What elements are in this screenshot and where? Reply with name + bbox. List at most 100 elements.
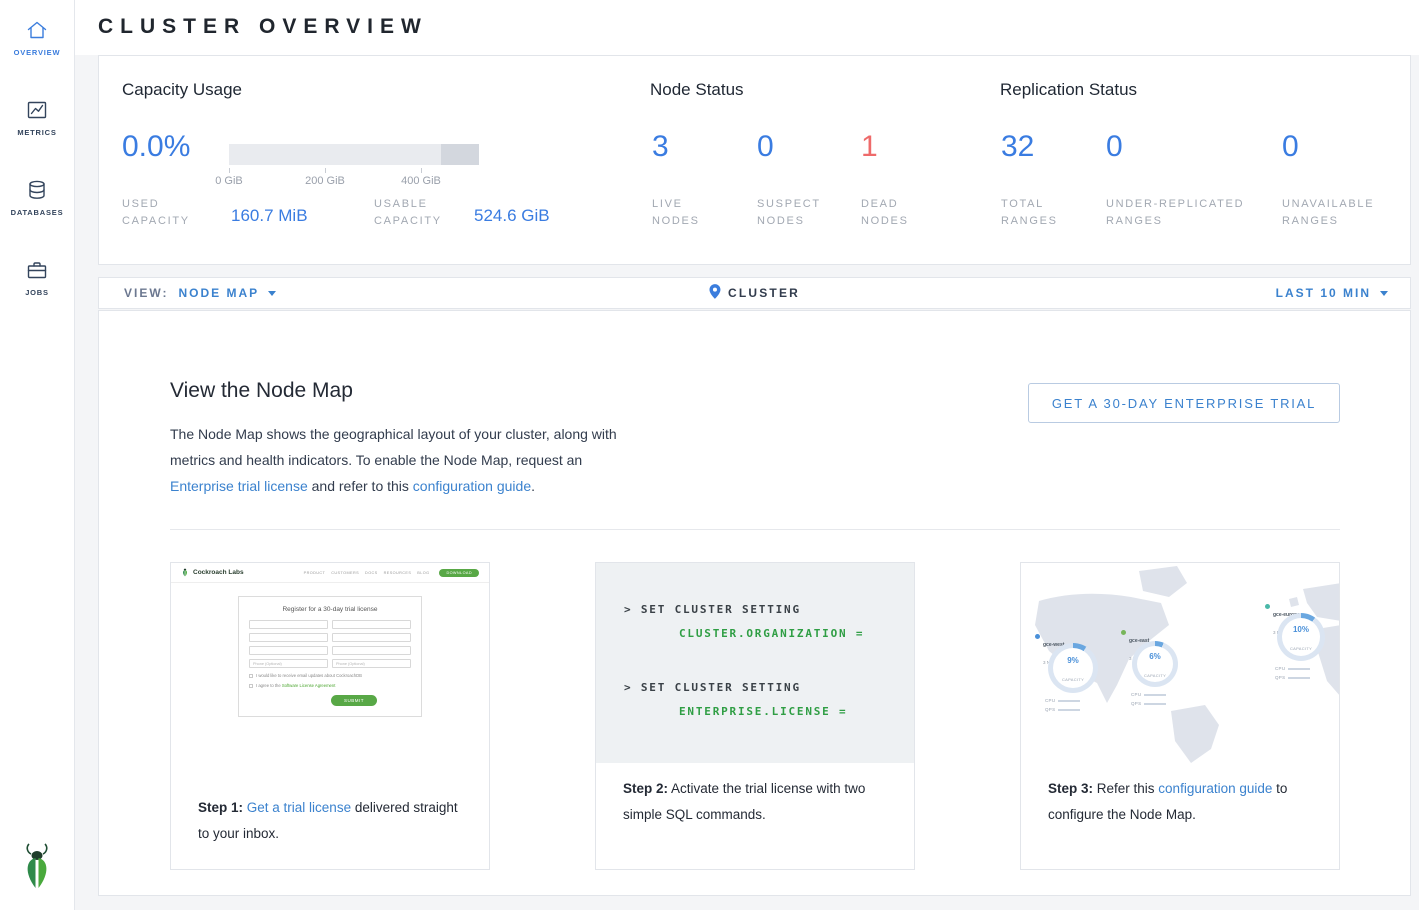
replication-status-title: Replication Status <box>1000 80 1137 100</box>
mini-site-header: Cockroach Labs PRODUCT CUSTOMERS DOCS RE… <box>171 563 489 583</box>
mini-metric-qps: QPS <box>1275 674 1310 682</box>
panel-heading: View the Node Map <box>170 379 353 403</box>
usable-capacity-label: USABLECAPACITY <box>374 196 442 230</box>
briefcase-icon <box>24 258 50 282</box>
mini-input <box>249 633 328 642</box>
cluster-dot-icon <box>1035 634 1040 639</box>
suspect-nodes-label: SUSPECTNODES <box>757 196 821 230</box>
gauge-tick-label: 0 GiB <box>199 175 259 187</box>
node-map-panel: View the Node Map The Node Map shows the… <box>98 310 1411 896</box>
mini-checkbox-row: I would like to receive email updates ab… <box>249 673 411 678</box>
unavailable-ranges-count: 0 <box>1282 130 1299 164</box>
total-ranges-label: TOTALRANGES <box>1001 196 1058 230</box>
capacity-donut-gauge: 6%CAPACITY <box>1132 641 1178 687</box>
under-replicated-label: UNDER-REPLICATEDRANGES <box>1106 196 1244 230</box>
cluster-dot-icon <box>1121 630 1126 635</box>
mini-cockroach-logo-icon <box>181 564 189 582</box>
dead-nodes-label: DEADNODES <box>861 196 909 230</box>
chevron-down-icon <box>268 291 276 296</box>
main-content: CLUSTER OVERVIEW Capacity Usage 0.0% 0 G… <box>75 0 1419 910</box>
sidebar-item-label: METRICS <box>17 128 56 137</box>
mini-input <box>249 646 328 655</box>
configuration-guide-link[interactable]: configuration guide <box>413 478 531 494</box>
gauge-tick <box>325 168 326 173</box>
mini-metric-qps: QPS <box>1131 700 1166 708</box>
capacity-donut-gauge: 10%CAPACITY <box>1277 613 1325 661</box>
mini-metric-cpu: CPU <box>1275 665 1310 673</box>
sidebar-item-overview[interactable]: OVERVIEW <box>0 18 74 57</box>
mini-form-title: Register for a 30-day trial license <box>249 606 411 613</box>
capacity-used-percent: 0.0% <box>122 130 190 164</box>
home-icon <box>24 18 50 42</box>
unavailable-ranges-label: UNAVAILABLERANGES <box>1282 196 1374 230</box>
metrics-icon <box>24 98 50 122</box>
mini-input-phone: Phone (Optional) <box>332 659 411 668</box>
gauge-tick <box>229 168 230 173</box>
mini-nav: PRODUCT CUSTOMERS DOCS RESOURCES BLOG <box>304 571 430 575</box>
live-nodes-count: 3 <box>652 130 669 164</box>
mini-register-form: Register for a 30-day trial license Phon… <box>238 596 422 717</box>
capacity-usage-title: Capacity Usage <box>122 80 242 100</box>
checkbox-icon <box>249 684 253 688</box>
mini-metric-cpu: CPU <box>1045 697 1080 705</box>
mini-input <box>332 620 411 629</box>
step1-card: Cockroach Labs PRODUCT CUSTOMERS DOCS RE… <box>170 562 490 870</box>
app: OVERVIEW METRICS DATABASES <box>0 0 1419 910</box>
sidebar-item-label: DATABASES <box>11 208 64 217</box>
view-mode-dropdown[interactable]: NODE MAP <box>178 286 276 300</box>
sidebar-item-databases[interactable]: DATABASES <box>0 178 74 217</box>
breadcrumb-cluster[interactable]: CLUSTER <box>709 278 800 308</box>
step2-card: > SET CLUSTER SETTING CLUSTER.ORGANIZATI… <box>595 562 915 870</box>
enterprise-trial-license-link[interactable]: Enterprise trial license <box>170 478 308 494</box>
databases-icon <box>24 178 50 202</box>
capacity-gauge-nonusable <box>441 144 479 165</box>
sidebar: OVERVIEW METRICS DATABASES <box>0 0 75 910</box>
configuration-guide-link[interactable]: configuration guide <box>1158 781 1272 796</box>
page-title: CLUSTER OVERVIEW <box>98 15 428 39</box>
enterprise-trial-button[interactable]: GET A 30-DAY ENTERPRISE TRIAL <box>1028 383 1340 423</box>
checkbox-icon <box>249 674 253 678</box>
step3-caption: Step 3: Refer this configuration guide t… <box>1021 763 1339 841</box>
view-toolbar: VIEW: NODE MAP CLUSTER LAST 10 MIN <box>98 277 1411 309</box>
gauge-tick <box>421 168 422 173</box>
usable-capacity-value: 524.6 GiB <box>474 206 550 226</box>
mini-download-button: DOWNLOAD <box>439 569 479 577</box>
chevron-down-icon <box>1380 291 1388 296</box>
cockroachdb-logo <box>20 843 54 896</box>
capacity-donut-gauge: 9%CAPACITY <box>1048 643 1098 693</box>
time-range-dropdown[interactable]: LAST 10 MIN <box>1276 278 1388 308</box>
sidebar-item-jobs[interactable]: JOBS <box>0 258 74 297</box>
cluster-summary-card: Capacity Usage 0.0% 0 GiB 200 GiB 400 Gi… <box>98 55 1411 265</box>
view-label: VIEW: <box>124 286 168 300</box>
sidebar-item-label: OVERVIEW <box>14 48 61 57</box>
suspect-nodes-count: 0 <box>757 130 774 164</box>
sidebar-item-metrics[interactable]: METRICS <box>0 98 74 137</box>
mini-submit-button: SUBMIT <box>331 695 377 706</box>
live-nodes-label: LIVENODES <box>652 196 700 230</box>
node-status-title: Node Status <box>650 80 744 100</box>
step1-caption: Step 1: Get a trial license delivered st… <box>171 782 489 860</box>
mini-input <box>249 620 328 629</box>
step3-card: gce-west3 Nodes gce-east3 Nodes gce-euro… <box>1020 562 1340 870</box>
gauge-tick-label: 400 GiB <box>391 175 451 187</box>
dead-nodes-count: 1 <box>861 130 878 164</box>
mini-metric-qps: QPS <box>1045 706 1080 714</box>
cluster-dot-icon <box>1265 604 1270 609</box>
mini-metric-cpu: CPU <box>1131 691 1166 699</box>
map-pin-icon <box>709 284 720 302</box>
steps-row: Cockroach Labs PRODUCT CUSTOMERS DOCS RE… <box>170 562 1340 870</box>
sidebar-item-label: JOBS <box>25 288 49 297</box>
under-replicated-count: 0 <box>1106 130 1123 164</box>
gauge-tick-label: 200 GiB <box>295 175 355 187</box>
mini-brand: Cockroach Labs <box>193 569 244 576</box>
mini-input-phone: Phone (Optional) <box>249 659 328 668</box>
total-ranges-count: 32 <box>1001 130 1034 164</box>
mini-input <box>332 633 411 642</box>
step3-node-map-preview: gce-west3 Nodes gce-east3 Nodes gce-euro… <box>1021 563 1339 763</box>
get-trial-license-link[interactable]: Get a trial license <box>247 800 351 815</box>
mini-checkbox-row: I agree to the Software License Agreemen… <box>249 683 411 688</box>
used-capacity-value: 160.7 MiB <box>231 206 308 226</box>
divider <box>170 529 1340 530</box>
step1-screenshot: Cockroach Labs PRODUCT CUSTOMERS DOCS RE… <box>171 563 489 782</box>
panel-description: The Node Map shows the geographical layo… <box>170 421 625 499</box>
